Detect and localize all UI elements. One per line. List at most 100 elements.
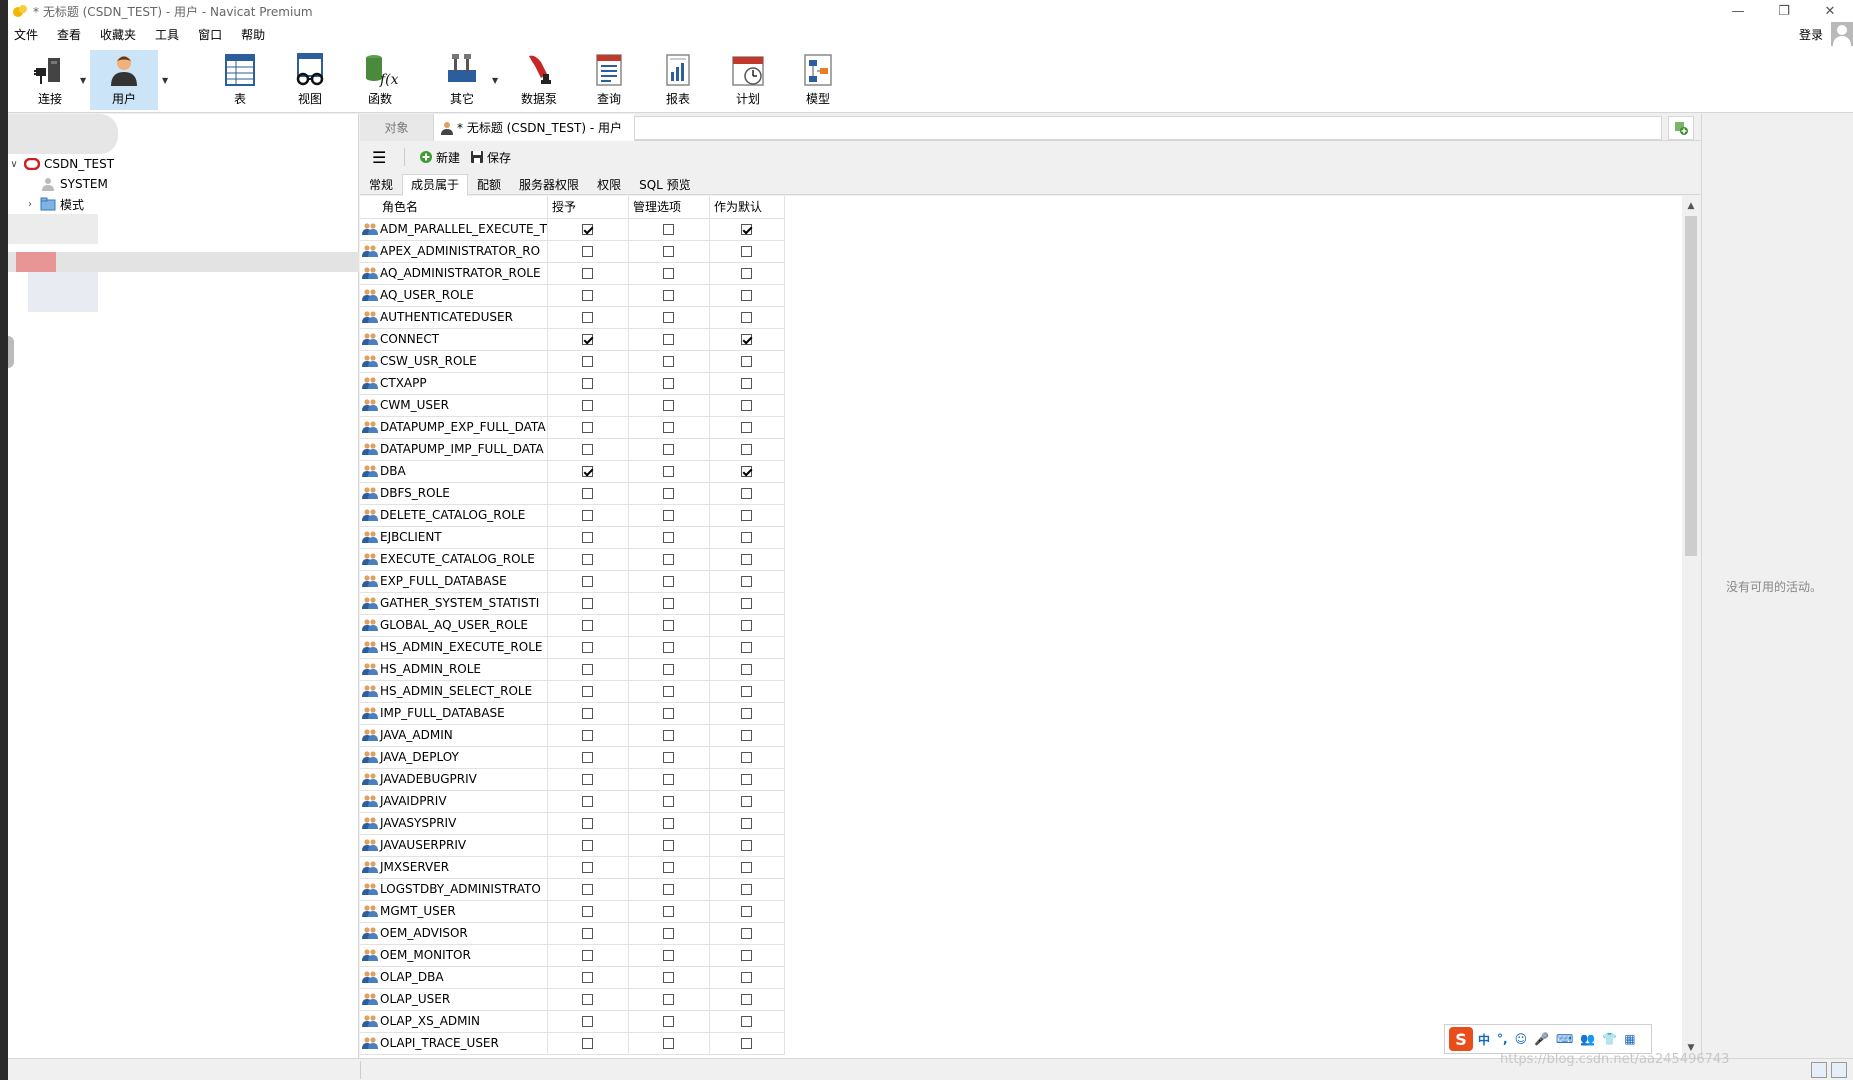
table-row[interactable]: DELETE_CATALOG_ROLE: [360, 504, 785, 527]
table-row[interactable]: AUTHENTICATEDUSER: [360, 306, 785, 329]
role-name-cell[interactable]: APEX_ADMINISTRATOR_RO: [360, 240, 548, 263]
default-checkbox[interactable]: [741, 598, 753, 609]
collapse-icon[interactable]: ∨: [8, 159, 20, 170]
grant-checkbox[interactable]: [582, 796, 594, 807]
admin-option-checkbox[interactable]: [663, 928, 675, 939]
column-header-admin-option[interactable]: 管理选项: [628, 196, 710, 219]
default-checkbox[interactable]: [741, 994, 753, 1005]
admin-option-checkbox[interactable]: [663, 1038, 675, 1049]
role-name-cell[interactable]: JAVAIDPRIV: [360, 790, 548, 813]
others-button[interactable]: 其它: [428, 50, 496, 110]
admin-option-checkbox[interactable]: [663, 290, 675, 301]
admin-option-checkbox[interactable]: [663, 862, 675, 873]
schedule-button[interactable]: 计划: [714, 50, 782, 110]
add-tab-button[interactable]: [1668, 116, 1694, 140]
default-checkbox[interactable]: [741, 268, 753, 279]
role-name-cell[interactable]: OLAP_DBA: [360, 966, 548, 989]
table-row[interactable]: AQ_USER_ROLE: [360, 284, 785, 307]
role-name-cell[interactable]: AQ_ADMINISTRATOR_ROLE: [360, 262, 548, 285]
default-checkbox[interactable]: [741, 488, 753, 499]
admin-option-checkbox[interactable]: [663, 224, 675, 235]
admin-option-checkbox[interactable]: [663, 730, 675, 741]
expand-icon[interactable]: ›: [24, 199, 36, 210]
default-checkbox[interactable]: [741, 796, 753, 807]
function-button[interactable]: f(x) 函数: [346, 50, 414, 110]
view-button[interactable]: 视图: [276, 50, 344, 110]
menu-view[interactable]: 查看: [51, 26, 94, 43]
restore-button[interactable]: ❐: [1761, 0, 1807, 22]
column-header-default[interactable]: 作为默认: [709, 196, 785, 219]
role-name-cell[interactable]: CWM_USER: [360, 394, 548, 417]
table-row[interactable]: EXP_FULL_DATABASE: [360, 570, 785, 593]
admin-option-checkbox[interactable]: [663, 246, 675, 257]
grant-checkbox[interactable]: [582, 268, 594, 279]
grant-checkbox[interactable]: [582, 510, 594, 521]
admin-option-checkbox[interactable]: [663, 686, 675, 697]
vertical-scrollbar[interactable]: ▲ ▼: [1682, 196, 1700, 1058]
default-checkbox[interactable]: [741, 224, 753, 235]
grant-checkbox[interactable]: [582, 774, 594, 785]
role-name-cell[interactable]: AUTHENTICATEDUSER: [360, 306, 548, 329]
admin-option-checkbox[interactable]: [663, 1016, 675, 1027]
column-header-grant[interactable]: 授予: [547, 196, 629, 219]
role-name-cell[interactable]: EXP_FULL_DATABASE: [360, 570, 548, 593]
role-name-cell[interactable]: CONNECT: [360, 328, 548, 351]
table-row[interactable]: OLAP_XS_ADMIN: [360, 1010, 785, 1033]
grant-checkbox[interactable]: [582, 378, 594, 389]
grant-checkbox[interactable]: [582, 488, 594, 499]
default-checkbox[interactable]: [741, 752, 753, 763]
default-checkbox[interactable]: [741, 400, 753, 411]
column-header-role-name[interactable]: 角色名: [360, 196, 548, 219]
admin-option-checkbox[interactable]: [663, 576, 675, 587]
admin-option-checkbox[interactable]: [663, 642, 675, 653]
default-checkbox[interactable]: [741, 312, 753, 323]
others-dropdown-icon[interactable]: ▼: [492, 76, 498, 85]
role-name-cell[interactable]: HS_ADMIN_ROLE: [360, 658, 548, 681]
menu-favorites[interactable]: 收藏夹: [94, 26, 149, 43]
query-button[interactable]: 查询: [575, 50, 643, 110]
connection-dropdown-icon[interactable]: ▼: [80, 76, 86, 85]
grant-checkbox[interactable]: [582, 334, 594, 345]
grant-checkbox[interactable]: [582, 1016, 594, 1027]
default-checkbox[interactable]: [741, 730, 753, 741]
table-row[interactable]: DATAPUMP_EXP_FULL_DATA: [360, 416, 785, 439]
grant-checkbox[interactable]: [582, 862, 594, 873]
grant-checkbox[interactable]: [582, 400, 594, 411]
ime-voice-icon[interactable]: 🎤: [1534, 1032, 1549, 1046]
admin-option-checkbox[interactable]: [663, 972, 675, 983]
default-checkbox[interactable]: [741, 356, 753, 367]
grant-checkbox[interactable]: [582, 708, 594, 719]
table-row[interactable]: HS_ADMIN_SELECT_ROLE: [360, 680, 785, 703]
admin-option-checkbox[interactable]: [663, 532, 675, 543]
tree-item-connection[interactable]: ∨ CSDN_TEST: [8, 154, 114, 174]
table-row[interactable]: CWM_USER: [360, 394, 785, 417]
grant-checkbox[interactable]: [582, 906, 594, 917]
tab-user-editor[interactable]: * 无标题 (CSDN_TEST) - 用户: [434, 114, 634, 141]
admin-option-checkbox[interactable]: [663, 444, 675, 455]
table-row[interactable]: JAVAUSERPRIV: [360, 834, 785, 857]
role-name-cell[interactable]: CTXAPP: [360, 372, 548, 395]
role-name-cell[interactable]: HS_ADMIN_SELECT_ROLE: [360, 680, 548, 703]
admin-option-checkbox[interactable]: [663, 422, 675, 433]
tab-quota[interactable]: 配额: [468, 174, 510, 195]
role-name-cell[interactable]: JAVAUSERPRIV: [360, 834, 548, 857]
table-row[interactable]: JAVADEBUGPRIV: [360, 768, 785, 791]
sogou-logo[interactable]: S: [1449, 1027, 1473, 1051]
role-name-cell[interactable]: GATHER_SYSTEM_STATISTI: [360, 592, 548, 615]
admin-option-checkbox[interactable]: [663, 664, 675, 675]
menu-help[interactable]: 帮助: [235, 26, 278, 43]
ime-keyboard-icon[interactable]: ⌨: [1556, 1032, 1573, 1046]
grant-checkbox[interactable]: [582, 972, 594, 983]
table-row[interactable]: MGMT_USER: [360, 900, 785, 923]
menu-window[interactable]: 窗口: [192, 26, 235, 43]
default-checkbox[interactable]: [741, 642, 753, 653]
ime-emoji-icon[interactable]: ☺: [1515, 1032, 1528, 1046]
role-name-cell[interactable]: JMXSERVER: [360, 856, 548, 879]
default-checkbox[interactable]: [741, 378, 753, 389]
grant-checkbox[interactable]: [582, 950, 594, 961]
menu-icon[interactable]: ☰: [372, 148, 396, 167]
role-name-cell[interactable]: OEM_ADVISOR: [360, 922, 548, 945]
grant-checkbox[interactable]: [582, 422, 594, 433]
menu-tools[interactable]: 工具: [149, 26, 192, 43]
table-row[interactable]: CSW_USR_ROLE: [360, 350, 785, 373]
